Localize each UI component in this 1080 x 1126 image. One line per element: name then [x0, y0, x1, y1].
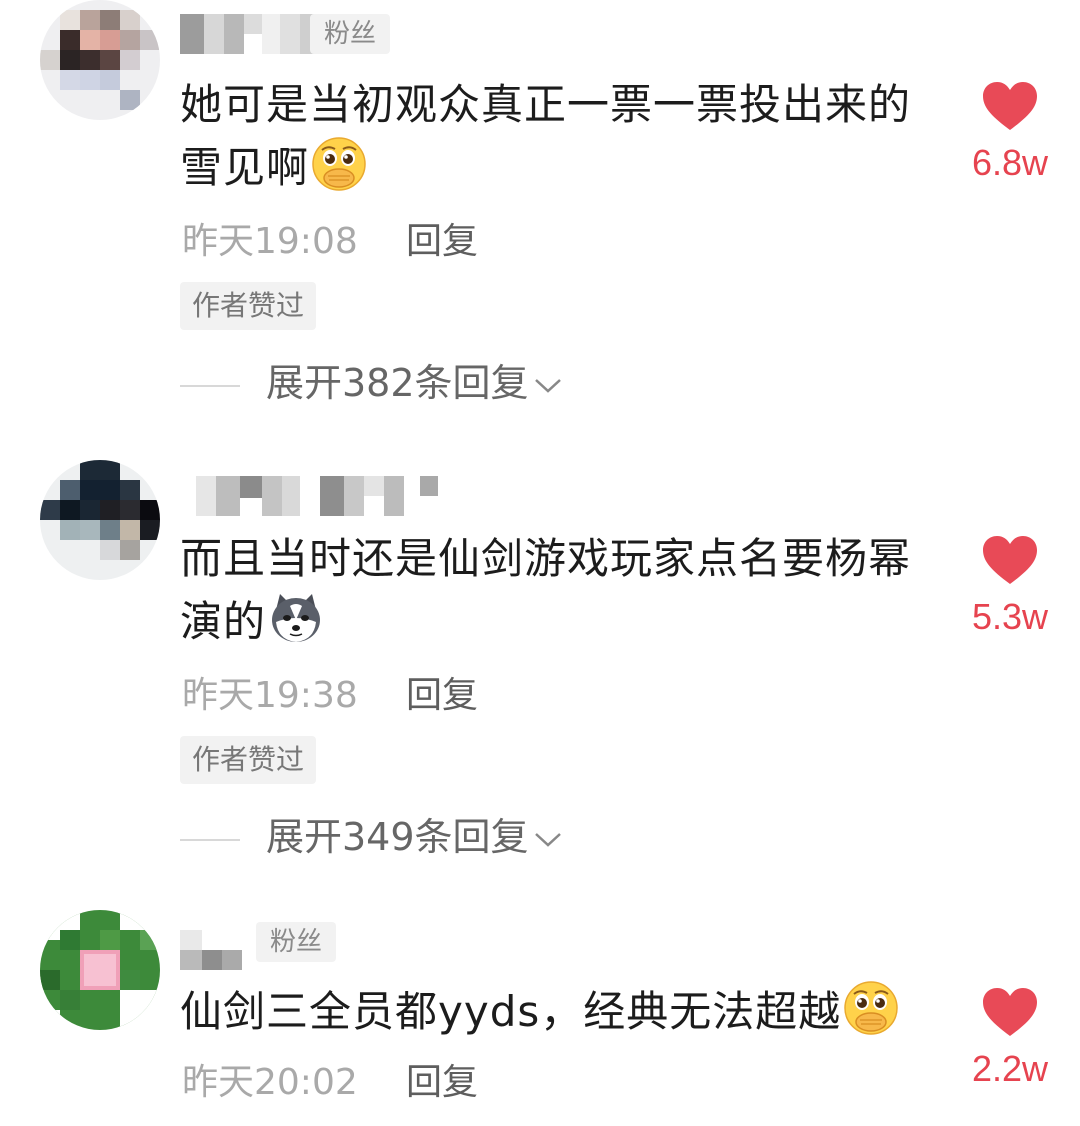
fan-badge: 粉丝	[256, 922, 337, 962]
comment-meta: 昨天19:08 回复	[182, 217, 478, 267]
reply-button[interactable]: 回复	[406, 221, 478, 262]
pleading-hand-over-mouth-emoji	[312, 137, 366, 191]
fan-badge: 粉丝	[310, 14, 391, 54]
divider	[180, 838, 240, 841]
timestamp: 昨天20:02	[182, 1062, 358, 1103]
timestamp: 昨天19:08	[182, 221, 358, 262]
heart-icon	[983, 82, 1037, 130]
comment-text: 仙剑三全员都yyds，经典无法超越	[180, 980, 920, 1043]
comment-text: 而且当时还是仙剑游戏玩家点名要杨幂演的	[180, 528, 920, 653]
comment-meta: 昨天20:02 回复	[182, 1058, 478, 1108]
reply-button[interactable]: 回复	[406, 1062, 478, 1103]
reply-button[interactable]: 回复	[406, 675, 478, 716]
expand-replies-button[interactable]: 展开349条回复	[180, 810, 563, 864]
comment-text: 她可是当初观众真正一票一票投出来的雪见啊	[180, 74, 920, 199]
avatar[interactable]	[40, 910, 160, 1030]
like-button[interactable]: 5.3w	[960, 534, 1060, 638]
avatar[interactable]	[40, 0, 160, 120]
expand-replies-label: 展开349条回复	[266, 815, 529, 859]
author-liked-badge: 作者赞过	[180, 282, 317, 330]
like-button[interactable]: 2.2w	[960, 986, 1060, 1090]
husky-dog-emoji	[272, 594, 321, 642]
pleading-hand-over-mouth-emoji	[844, 981, 899, 1035]
author-liked-badge: 作者赞过	[180, 736, 317, 784]
heart-icon	[983, 988, 1037, 1036]
expand-replies-button[interactable]: 展开382条回复	[180, 356, 563, 410]
like-button[interactable]: 6.8w	[960, 80, 1060, 184]
chevron-down-icon	[534, 832, 561, 847]
like-count: 2.2w	[971, 1048, 1049, 1089]
comment-text-body: 她可是当初观众真正一票一票投出来的雪见啊	[180, 80, 912, 192]
like-count: 6.8w	[971, 142, 1049, 183]
comment-list: 粉丝 她可是当初观众真正一票一票投出来的雪见啊 昨天19:08 回复 作者赞过	[0, 0, 1080, 1126]
comment-meta: 昨天19:38 回复	[182, 671, 478, 721]
like-count: 5.3w	[971, 596, 1049, 637]
avatar[interactable]	[40, 460, 160, 580]
comment-text-body: 仙剑三全员都yyds，经典无法超越	[180, 987, 842, 1036]
timestamp: 昨天19:38	[182, 675, 358, 716]
chevron-down-icon	[534, 378, 561, 393]
expand-replies-label: 展开382条回复	[266, 361, 529, 405]
divider	[180, 384, 240, 387]
heart-icon	[983, 536, 1037, 584]
